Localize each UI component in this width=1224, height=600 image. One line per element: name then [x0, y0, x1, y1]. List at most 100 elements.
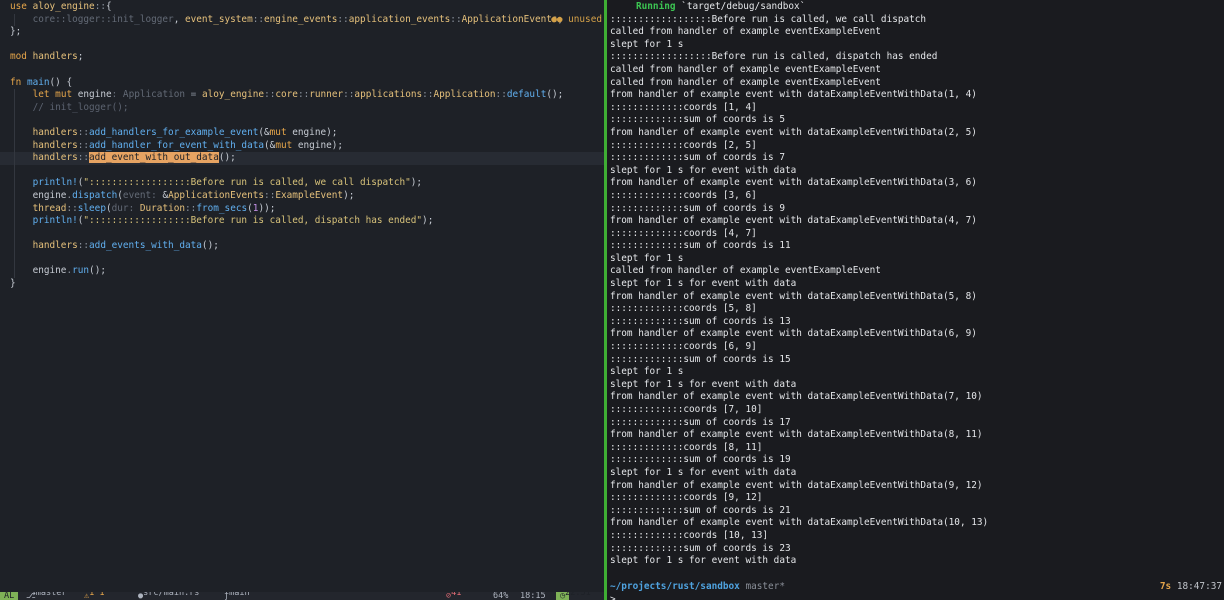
- prompt-clock: 18:47:37: [1176, 581, 1222, 592]
- code-line[interactable]: thread::sleep(dur: Duration::from_secs(1…: [0, 202, 604, 216]
- variable: engine: [32, 265, 67, 277]
- indent-guide: [14, 89, 15, 102]
- code-line[interactable]: mod handlers;: [0, 51, 604, 64]
- crate-name: aloy_engine: [201, 89, 265, 101]
- error-count: ⊘ 41: [446, 592, 461, 600]
- string-literal: "::::::::::::::::::Before run is called,…: [83, 215, 423, 227]
- indent-guide: [14, 114, 15, 127]
- code-line[interactable]: [0, 227, 604, 241]
- indent-guide: [14, 13, 15, 27]
- indent-guide: [14, 126, 15, 140]
- terminal-pane[interactable]: Running `target/debug/sandbox` :::::::::…: [607, 0, 1224, 600]
- code-line[interactable]: println!("::::::::::::::::::Before run i…: [0, 215, 604, 228]
- module-name: handlers: [32, 152, 78, 164]
- path-sep: ::: [264, 89, 276, 101]
- path-sep: ::: [450, 13, 462, 25]
- highlighted-symbol[interactable]: add_event_with_out_data: [89, 152, 219, 164]
- keyword: mut: [55, 89, 73, 101]
- terminal-output-line: :::::::::::::coords [1, 4]: [610, 101, 757, 113]
- symbol-value: main: [229, 592, 250, 598]
- code-line[interactable]: handlers::add_handlers_for_example_event…: [0, 126, 604, 140]
- function-name: add_events_with_data: [89, 240, 202, 252]
- paren: ();: [201, 240, 219, 252]
- indent-guide: [14, 215, 15, 228]
- code-line[interactable]: }: [0, 278, 604, 291]
- diagnostics-value: 1 1: [89, 592, 105, 598]
- indent-guide: [14, 101, 15, 115]
- keyword: mod: [10, 51, 27, 63]
- code-line[interactable]: };: [0, 26, 604, 39]
- function-name: dispatch: [72, 189, 118, 201]
- paren: ();: [89, 265, 106, 277]
- code-line[interactable]: [0, 252, 604, 266]
- code-line[interactable]: let mut engine: Application = aloy_engin…: [0, 89, 604, 102]
- paren: (&: [258, 126, 270, 138]
- path-sep: ::: [343, 89, 355, 101]
- code-line[interactable]: [0, 114, 604, 127]
- terminal-output-line: slept for 1 s for event with data: [610, 278, 797, 290]
- macro-name: println!: [32, 215, 78, 227]
- code-line[interactable]: [0, 39, 604, 52]
- brace: {: [105, 1, 112, 12]
- module-name: handlers: [32, 240, 78, 252]
- error-value: 41: [451, 592, 462, 598]
- path-sep: ::: [77, 139, 90, 151]
- unused-label: unused: [568, 13, 602, 25]
- code-line[interactable]: core::logger::init_logger, event_system:…: [0, 13, 604, 27]
- path-sep: ::: [94, 1, 106, 12]
- terminal-output-line: :::::::::::::coords [10, 13]: [610, 529, 769, 541]
- path-sep: ::: [185, 202, 197, 214]
- path-sep: ::: [264, 189, 276, 201]
- indent-guide: [14, 265, 15, 279]
- code-line[interactable]: [0, 164, 604, 178]
- crate-name: aloy_engine: [32, 1, 95, 12]
- code-line[interactable]: // init_logger();: [0, 101, 604, 115]
- keyword: use: [10, 1, 27, 12]
- paren: );: [343, 189, 355, 201]
- comment: // init_logger();: [32, 101, 129, 113]
- import-path: event_system: [184, 13, 253, 25]
- code-line[interactable]: [0, 64, 604, 77]
- terminal-output-line: called from handler of example eventExam…: [610, 265, 881, 277]
- function-name: add_handler_for_event_with_data: [89, 139, 265, 151]
- function-name: default: [506, 89, 547, 101]
- terminal-output-line: :::::::::::::sum of coords is 17: [610, 416, 791, 428]
- unused-diagnostic[interactable]: ●● unused: [551, 14, 602, 27]
- code-line[interactable]: use aloy_engine::{: [0, 1, 604, 14]
- code-line[interactable]: println!("::::::::::::::::::Before run i…: [0, 177, 604, 190]
- terminal-output-line: :::::::::::::coords [2, 5]: [610, 139, 757, 151]
- path-sep: ::: [77, 126, 90, 138]
- terminal-output-line: :::::::::::::sum of coords is 21: [610, 504, 791, 516]
- path-sep: ::: [297, 89, 310, 101]
- brace: }: [10, 278, 16, 290]
- running-target: `target/debug/sandbox`: [681, 1, 806, 12]
- terminal-output-line: :::::::::::::coords [5, 8]: [610, 303, 757, 315]
- terminal-output-line: slept for 1 s: [610, 38, 684, 50]
- path-sep: ::: [66, 202, 78, 214]
- code-line[interactable]: engine.dispatch(event: &ApplicationEvent…: [0, 189, 604, 203]
- code-editor-pane[interactable]: use aloy_engine::{ core::logger::init_lo…: [0, 0, 604, 600]
- code-line[interactable]: engine.run();: [0, 265, 604, 279]
- paren: );: [422, 215, 434, 227]
- prompt-caret[interactable]: >: [610, 594, 616, 600]
- path-seg: ApplicationEvents: [168, 189, 265, 201]
- keyword: let: [32, 89, 50, 101]
- terminal-output-line: slept for 1 s for event with data: [610, 378, 797, 390]
- code-line[interactable]: handlers::add_handler_for_event_with_dat…: [0, 139, 604, 153]
- code-line[interactable]: fn main() {: [0, 77, 604, 90]
- path-sep: ::: [252, 13, 265, 25]
- code-line-current[interactable]: handlers::add_event_with_out_data();: [0, 152, 604, 165]
- indent-guide: [14, 189, 15, 203]
- terminal-output-line: from handler of example event with dataE…: [610, 126, 977, 138]
- terminal-output-line: from handler of example event with dataE…: [610, 479, 983, 491]
- scroll-percent: 64%: [493, 592, 509, 600]
- diagnostics-count: ⚠ 1 1: [84, 592, 104, 600]
- code-line[interactable]: handlers::add_events_with_data();: [0, 240, 604, 253]
- indent-guide: [14, 227, 15, 241]
- prompt-path: ~/projects/rust/sandbox: [610, 581, 740, 592]
- branch-label: ⎇ master: [26, 592, 67, 600]
- terminal-output-line: from handler of example event with dataE…: [610, 215, 977, 227]
- terminal-output-line: slept for 1 s for event with data: [610, 466, 797, 478]
- code-area[interactable]: use aloy_engine::{ core::logger::init_lo…: [0, 1, 604, 291]
- terminal-output-line: :::::::::::::sum of coords is 11: [610, 240, 791, 252]
